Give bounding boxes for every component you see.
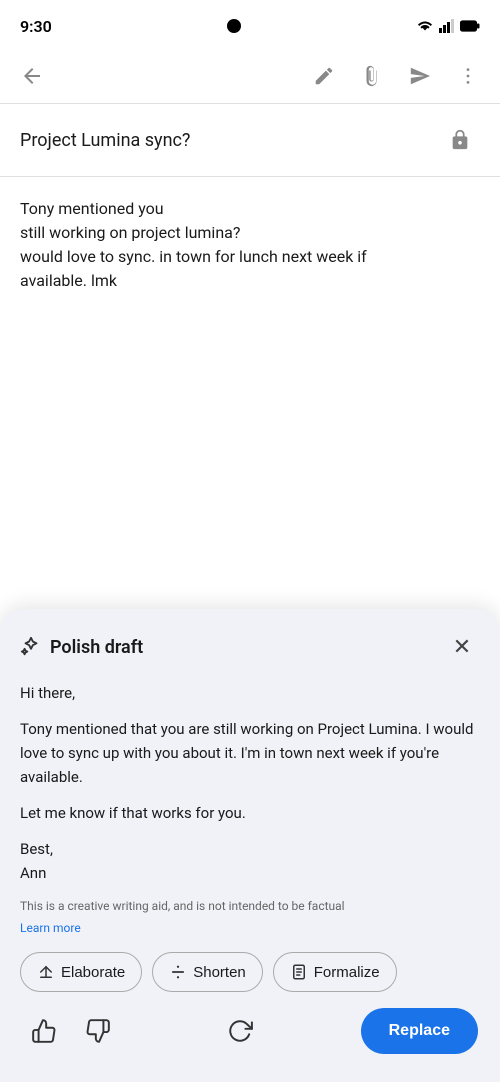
email-line4: available. lmk (20, 269, 480, 293)
status-time: 9:30 (20, 17, 52, 36)
top-toolbar (0, 48, 500, 104)
send-button[interactable] (400, 56, 440, 96)
formalize-icon (290, 963, 308, 981)
signal-icon (439, 19, 455, 33)
disclaimer-text: This is a creative writing aid, and is n… (20, 899, 480, 913)
email-line1: Tony mentioned you (20, 197, 480, 221)
thumbs-up-icon (31, 1018, 57, 1044)
email-body: Tony mentioned you still working on proj… (0, 177, 500, 323)
close-button[interactable]: ✕ (444, 629, 480, 665)
thumbs-down-button[interactable] (76, 1009, 120, 1053)
bottom-row: Replace (20, 1008, 480, 1054)
draft-para1: Hi there, (20, 681, 480, 705)
toolbar-right (304, 56, 488, 96)
more-button[interactable] (448, 56, 488, 96)
elaborate-icon (37, 963, 55, 981)
shorten-icon (169, 963, 187, 981)
email-line2: still working on project lumina? (20, 221, 480, 245)
draft-para2: Tony mentioned that you are still workin… (20, 717, 480, 789)
refresh-icon (227, 1018, 253, 1044)
elaborate-button[interactable]: Elaborate (20, 952, 142, 992)
toolbar-left (12, 56, 52, 96)
back-button[interactable] (12, 56, 52, 96)
refresh-button[interactable] (218, 1009, 262, 1053)
draft-para4: Best, Ann (20, 837, 480, 885)
subject-bar: Project Lumina sync? (0, 104, 500, 177)
draft-para3: Let me know if that works for you. (20, 801, 480, 825)
polish-draft-panel: Polish draft ✕ Hi there, Tony mentioned … (0, 609, 500, 1082)
panel-title-group: Polish draft (20, 636, 143, 658)
shorten-button[interactable]: Shorten (152, 952, 263, 992)
subject-text: Project Lumina sync? (20, 130, 190, 151)
lock-button[interactable] (440, 120, 480, 160)
battery-icon (460, 20, 480, 32)
status-bar: 9:30 (0, 0, 500, 48)
draft-content: Hi there, Tony mentioned that you are st… (20, 681, 480, 885)
action-buttons: Elaborate Shorten Formalize (20, 952, 480, 992)
status-icons (416, 19, 480, 33)
formalize-button[interactable]: Formalize (273, 952, 397, 992)
thumbs-down-icon (85, 1018, 111, 1044)
camera-notch (227, 19, 241, 33)
feedback-group (22, 1009, 120, 1053)
email-line3: would love to sync. in town for lunch ne… (20, 245, 480, 269)
polish-icon (20, 636, 42, 658)
replace-button[interactable]: Replace (361, 1008, 478, 1054)
wifi-icon (416, 19, 434, 33)
panel-header: Polish draft ✕ (20, 629, 480, 665)
thumbs-up-button[interactable] (22, 1009, 66, 1053)
learn-more-link[interactable]: Learn more (20, 921, 81, 935)
panel-title: Polish draft (50, 637, 143, 658)
edit-button[interactable] (304, 56, 344, 96)
attach-button[interactable] (352, 56, 392, 96)
